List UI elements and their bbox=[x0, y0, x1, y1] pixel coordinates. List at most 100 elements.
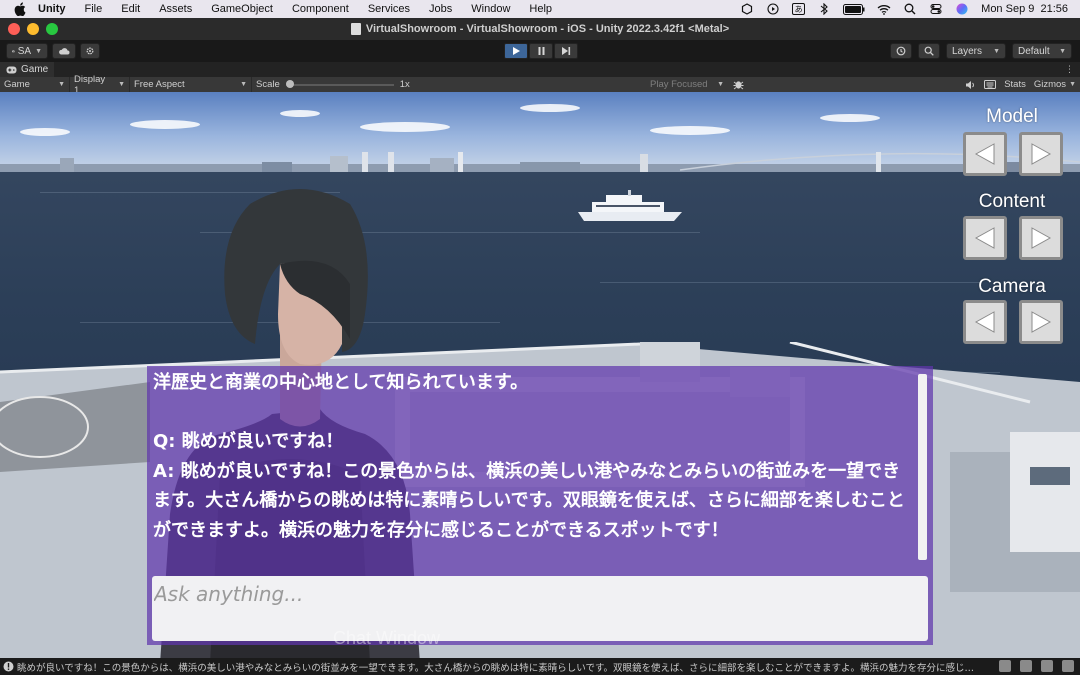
play-focused-dropdown[interactable]: Play Focused ▼ bbox=[646, 77, 728, 92]
zoom-window-button[interactable] bbox=[46, 23, 58, 35]
collab-button[interactable] bbox=[80, 43, 100, 59]
console-status-bar[interactable]: 眺めが良いですね！この景色からは、横浜の美しい港やみなとみらいの街並みを一望でき… bbox=[0, 658, 1080, 675]
chat-history[interactable]: 洋歴史と商業の中心地として知られています。 Q: 眺めが良いですね！ A: 眺め… bbox=[153, 368, 913, 568]
window-title: VirtualShowroom - VirtualShowroom - iOS … bbox=[365, 23, 730, 35]
menu-help[interactable]: Help bbox=[529, 3, 552, 15]
gizmos-label: Gizmos bbox=[1033, 79, 1067, 90]
close-window-button[interactable] bbox=[8, 23, 20, 35]
input-method-icon[interactable]: あ bbox=[792, 3, 806, 15]
model-next-button[interactable] bbox=[1019, 132, 1063, 176]
account-dropdown[interactable]: SA ▼ bbox=[6, 43, 48, 59]
chat-panel: 洋歴史と商業の中心地として知られています。 Q: 眺めが良いですね！ A: 眺め… bbox=[147, 366, 933, 645]
game-mode-dropdown[interactable]: Game ▼ bbox=[0, 77, 70, 92]
camera-next-button[interactable] bbox=[1019, 300, 1063, 344]
minimize-window-button[interactable] bbox=[27, 23, 39, 35]
aspect-dropdown[interactable]: Free Aspect ▼ bbox=[130, 77, 252, 92]
display-dropdown[interactable]: Display 1 ▼ bbox=[70, 74, 130, 96]
debug-mode-icon[interactable] bbox=[999, 660, 1011, 672]
siri-icon[interactable] bbox=[955, 3, 969, 15]
scale-value: 1x bbox=[399, 79, 410, 90]
menu-jobs[interactable]: Jobs bbox=[429, 3, 452, 15]
undo-history-button[interactable] bbox=[890, 43, 912, 59]
chat-window-label: Chat Window bbox=[333, 628, 441, 648]
camera-prev-button[interactable] bbox=[963, 300, 1007, 344]
content-next-button[interactable] bbox=[1019, 216, 1063, 260]
chat-input-box[interactable] bbox=[152, 576, 928, 641]
control-center-icon[interactable] bbox=[929, 3, 943, 15]
console-last-message[interactable]: 眺めが良いですね！この景色からは、横浜の美しい港やみなとみらいの街並みを一望でき… bbox=[17, 660, 977, 674]
menu-services[interactable]: Services bbox=[368, 3, 410, 15]
step-button[interactable] bbox=[554, 43, 578, 59]
play-controls bbox=[504, 43, 578, 59]
step-icon bbox=[562, 47, 571, 55]
bluetooth-icon[interactable] bbox=[817, 3, 831, 15]
arrow-left-icon bbox=[974, 227, 995, 249]
ferry-boat bbox=[578, 190, 682, 221]
menu-component[interactable]: Component bbox=[292, 3, 349, 15]
play-circle-icon[interactable] bbox=[766, 3, 780, 15]
menu-gameobject[interactable]: GameObject bbox=[211, 3, 273, 15]
tab-menu-icon[interactable]: ⋮ bbox=[1065, 64, 1074, 75]
search-icon[interactable] bbox=[903, 3, 917, 15]
menu-clock[interactable]: Mon Sep 9 21:56 bbox=[981, 3, 1068, 15]
audio-icon[interactable] bbox=[965, 80, 976, 90]
chevron-down-icon: ▼ bbox=[118, 81, 125, 88]
scale-label: Scale bbox=[256, 79, 280, 90]
search-button[interactable] bbox=[918, 43, 940, 59]
battery-icon[interactable] bbox=[843, 3, 865, 15]
camera-label: Camera bbox=[978, 276, 1046, 297]
menu-file[interactable]: File bbox=[85, 3, 103, 15]
cache-icon[interactable] bbox=[1041, 660, 1053, 672]
model-prev-button[interactable] bbox=[963, 132, 1007, 176]
game-viewport[interactable]: Model Content Camera 洋歴史と商業の中心地として知られていま… bbox=[0, 92, 1080, 658]
arrow-right-icon bbox=[1031, 227, 1052, 249]
wifi-icon[interactable] bbox=[877, 3, 891, 15]
cloud-button[interactable] bbox=[52, 43, 76, 59]
play-focused-label: Play Focused bbox=[650, 79, 708, 90]
tab-game-label: Game bbox=[21, 64, 49, 75]
chat-input[interactable] bbox=[152, 576, 928, 612]
unity-document-icon bbox=[350, 23, 361, 35]
menu-window[interactable]: Window bbox=[471, 3, 510, 15]
layers-label: Layers bbox=[952, 45, 983, 57]
unity-icon[interactable] bbox=[740, 3, 754, 15]
game-view-toolbar: Game ▼ Display 1 ▼ Free Aspect ▼ Scale 1… bbox=[0, 74, 1080, 96]
menu-edit[interactable]: Edit bbox=[121, 3, 140, 15]
scale-slider-handle[interactable] bbox=[285, 79, 294, 88]
editor-tab-row: Game ⋮ bbox=[0, 62, 1080, 77]
info-icon bbox=[3, 661, 14, 672]
macos-menu-bar: Unity File Edit Assets GameObject Compon… bbox=[0, 0, 1080, 18]
layout-dropdown[interactable]: Default ▼ bbox=[1012, 43, 1072, 59]
chevron-down-icon: ▼ bbox=[993, 47, 1000, 55]
game-mode-label: Game bbox=[4, 79, 30, 90]
pause-icon bbox=[538, 47, 544, 55]
content-prev-button[interactable] bbox=[963, 216, 1007, 260]
menu-unity[interactable]: Unity bbox=[38, 3, 66, 15]
arrow-right-icon bbox=[1031, 143, 1052, 165]
chevron-down-icon: ▼ bbox=[1069, 81, 1076, 88]
gizmos-dropdown[interactable]: Gizmos ▼ bbox=[1034, 79, 1076, 90]
arrow-right-icon bbox=[1031, 311, 1052, 333]
progress-icon[interactable] bbox=[1062, 660, 1074, 672]
apple-logo-icon[interactable] bbox=[12, 1, 28, 17]
stats-button[interactable]: Stats bbox=[1004, 79, 1026, 90]
tab-game[interactable]: Game bbox=[0, 62, 55, 77]
layout-label: Default bbox=[1018, 45, 1050, 57]
keyboard-icon[interactable] bbox=[984, 80, 997, 89]
scale-slider[interactable] bbox=[285, 79, 394, 88]
package-icon[interactable] bbox=[1020, 660, 1032, 672]
window-titlebar: VirtualShowroom - VirtualShowroom - iOS … bbox=[0, 18, 1080, 40]
chevron-down-icon: ▼ bbox=[717, 81, 724, 88]
content-label: Content bbox=[978, 191, 1046, 212]
layers-dropdown[interactable]: Layers ▼ bbox=[946, 43, 1006, 59]
search-icon bbox=[924, 46, 934, 56]
account-icon bbox=[12, 49, 15, 53]
bug-icon[interactable] bbox=[733, 79, 744, 93]
menu-assets[interactable]: Assets bbox=[159, 3, 192, 15]
history-icon bbox=[896, 46, 906, 56]
chat-scrollbar[interactable] bbox=[918, 374, 927, 560]
chevron-down-icon: ▼ bbox=[1059, 47, 1066, 55]
play-button[interactable] bbox=[504, 43, 528, 59]
chevron-down-icon: ▼ bbox=[58, 81, 65, 88]
pause-button[interactable] bbox=[529, 43, 553, 59]
